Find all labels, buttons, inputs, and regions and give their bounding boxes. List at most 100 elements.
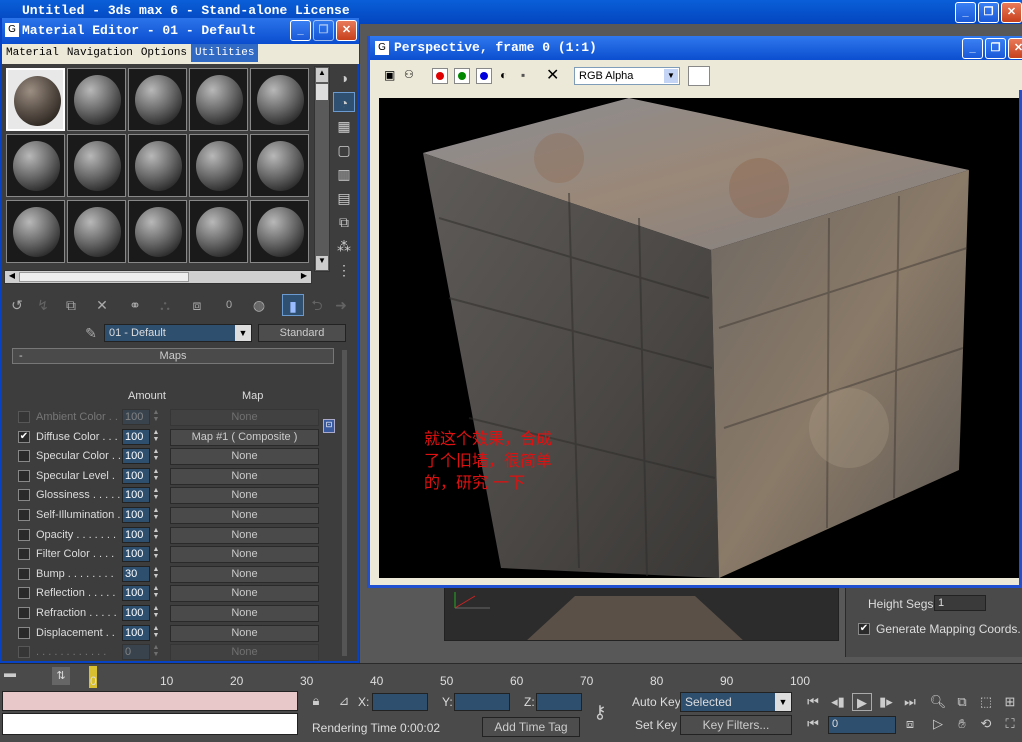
- green-channel-toggle[interactable]: [454, 68, 470, 84]
- maximize-viewport-icon[interactable]: ⛶: [1000, 715, 1020, 733]
- put-library-icon[interactable]: ⛬: [154, 294, 176, 316]
- slots-vertical-scrollbar[interactable]: ▲ ▼: [314, 66, 330, 272]
- amount-spinner-icon[interactable]: ▲▼: [151, 448, 161, 464]
- gen-mapping-checkbox[interactable]: ✔: [858, 623, 870, 635]
- scroll-up-icon[interactable]: ▲: [316, 68, 328, 82]
- map-enable-checkbox[interactable]: [18, 528, 30, 541]
- map-amount-field[interactable]: 100: [122, 428, 150, 445]
- map-amount-field[interactable]: 100: [122, 467, 150, 484]
- get-material-icon[interactable]: ↺: [6, 294, 28, 316]
- material-navigator-icon[interactable]: ⋮: [333, 260, 355, 280]
- map-slot-button[interactable]: None: [170, 448, 319, 466]
- set-key-button[interactable]: Set Key: [635, 718, 677, 732]
- map-amount-field[interactable]: 100: [122, 526, 150, 543]
- map-slot-button[interactable]: Map #1 ( Composite ): [170, 428, 319, 446]
- amount-spinner-icon[interactable]: ▲▼: [151, 409, 161, 425]
- material-slot[interactable]: [250, 68, 309, 131]
- zoom-extents-all-icon[interactable]: ⊞: [1000, 693, 1020, 711]
- material-slot[interactable]: [250, 200, 309, 263]
- main-minimize-icon[interactable]: _: [955, 2, 976, 23]
- material-slot[interactable]: [6, 200, 65, 263]
- scroll-left-icon[interactable]: ◀: [6, 271, 18, 283]
- map-enable-checkbox[interactable]: [18, 626, 30, 639]
- material-slot[interactable]: [67, 200, 126, 263]
- maxscript-listener-white[interactable]: [2, 713, 298, 735]
- clear-icon[interactable]: ✕: [546, 65, 559, 85]
- amount-spinner-icon[interactable]: ▲▼: [151, 468, 161, 484]
- map-amount-field[interactable]: 30: [122, 565, 150, 582]
- map-slot-button[interactable]: None: [170, 409, 319, 426]
- hscroll-thumb[interactable]: [19, 272, 189, 282]
- show-map-icon[interactable]: ◍: [248, 294, 270, 316]
- absolute-mode-icon[interactable]: ⊿: [334, 692, 354, 710]
- material-slot[interactable]: [189, 134, 248, 197]
- y-coordinate-field[interactable]: [454, 693, 510, 711]
- map-enable-checkbox[interactable]: [18, 469, 30, 482]
- map-enable-checkbox[interactable]: [18, 646, 30, 659]
- map-slot-button[interactable]: None: [170, 546, 319, 564]
- material-slot[interactable]: [67, 134, 126, 197]
- z-coordinate-field[interactable]: [536, 693, 582, 711]
- x-coordinate-field[interactable]: [372, 693, 428, 711]
- map-slot-button[interactable]: None: [170, 644, 319, 662]
- amount-spinner-icon[interactable]: ▲▼: [151, 546, 161, 562]
- bottom-viewport[interactable]: [444, 585, 839, 641]
- main-close-icon[interactable]: ✕: [1001, 2, 1022, 23]
- map-enable-checkbox[interactable]: [18, 548, 30, 561]
- menu-navigation[interactable]: Navigation: [63, 44, 137, 62]
- map-enable-checkbox[interactable]: ✔: [18, 430, 30, 443]
- timeline[interactable]: ▬ ⇅ 0 10 20 30 40 50 60 70 80 90 100: [0, 663, 1022, 689]
- selected-dropdown[interactable]: Selected ▼: [680, 692, 792, 712]
- put-material-icon[interactable]: ↯: [32, 294, 54, 316]
- map-amount-field[interactable]: 100: [122, 624, 150, 641]
- pan-icon[interactable]: ✋︎: [952, 715, 972, 733]
- maps-scrollbar[interactable]: [342, 350, 347, 656]
- amount-spinner-icon[interactable]: ▲▼: [151, 644, 161, 660]
- map-slot-button[interactable]: None: [170, 565, 319, 583]
- sample-uv-tiling-icon[interactable]: ▢: [333, 140, 355, 160]
- selected-chevron-down-icon[interactable]: ▼: [775, 693, 791, 711]
- material-name-dropdown[interactable]: 01 - Default ▼: [104, 324, 252, 342]
- render-window-titlebar[interactable]: Perspective, frame 0 (1:1): [370, 36, 1022, 60]
- material-slot[interactable]: [189, 68, 248, 131]
- color-swatch[interactable]: [688, 66, 710, 86]
- map-enable-checkbox[interactable]: [18, 607, 30, 619]
- material-slot[interactable]: [128, 68, 187, 131]
- show-end-result-icon[interactable]: ▮: [282, 294, 304, 316]
- material-slot[interactable]: [6, 68, 65, 131]
- map-slot-button[interactable]: None: [170, 624, 319, 642]
- map-amount-field[interactable]: 100: [122, 409, 150, 425]
- go-to-parent-icon[interactable]: ⮌: [306, 294, 328, 316]
- make-preview-icon[interactable]: ▤: [333, 188, 355, 208]
- amount-spinner-icon[interactable]: ▲▼: [151, 585, 161, 601]
- video-color-check-icon[interactable]: ▥: [333, 164, 355, 184]
- map-amount-field[interactable]: 100: [122, 585, 150, 602]
- pick-material-icon[interactable]: ✎: [80, 322, 102, 344]
- amount-spinner-icon[interactable]: ▲▼: [151, 507, 161, 523]
- map-amount-field[interactable]: 100: [122, 507, 150, 523]
- go-forward-sibling-icon[interactable]: ➜: [330, 294, 352, 316]
- arc-rotate-icon[interactable]: ⟲: [976, 715, 996, 733]
- render-maximize-icon[interactable]: ❐: [985, 38, 1006, 59]
- add-time-tag-button[interactable]: Add Time Tag: [482, 717, 580, 737]
- make-unique-icon[interactable]: ⚭: [124, 294, 146, 316]
- next-frame-icon[interactable]: ▮▸: [876, 693, 896, 711]
- reset-map-icon[interactable]: ✕: [91, 294, 113, 316]
- map-amount-field[interactable]: 0: [122, 644, 150, 661]
- alpha-channel-icon[interactable]: ▪: [521, 68, 525, 82]
- mat-close-icon[interactable]: ✕: [336, 20, 357, 41]
- amount-spinner-icon[interactable]: ▲▼: [151, 487, 161, 503]
- sample-type-icon[interactable]: ◑: [333, 68, 355, 88]
- render-close-icon[interactable]: ✕: [1008, 38, 1022, 59]
- map-slot-button[interactable]: None: [170, 526, 319, 544]
- scroll-thumb[interactable]: [316, 84, 328, 100]
- material-slot[interactable]: [128, 134, 187, 197]
- select-by-material-icon[interactable]: ⁂: [333, 236, 355, 256]
- map-enable-checkbox[interactable]: [18, 509, 30, 521]
- render-minimize-icon[interactable]: _: [962, 38, 983, 59]
- map-slot-button[interactable]: None: [170, 507, 319, 524]
- map-amount-field[interactable]: 100: [122, 605, 150, 621]
- blue-channel-toggle[interactable]: [476, 68, 492, 84]
- key-mode-icon[interactable]: ⏮: [803, 715, 823, 733]
- mat-minimize-icon[interactable]: _: [290, 20, 311, 41]
